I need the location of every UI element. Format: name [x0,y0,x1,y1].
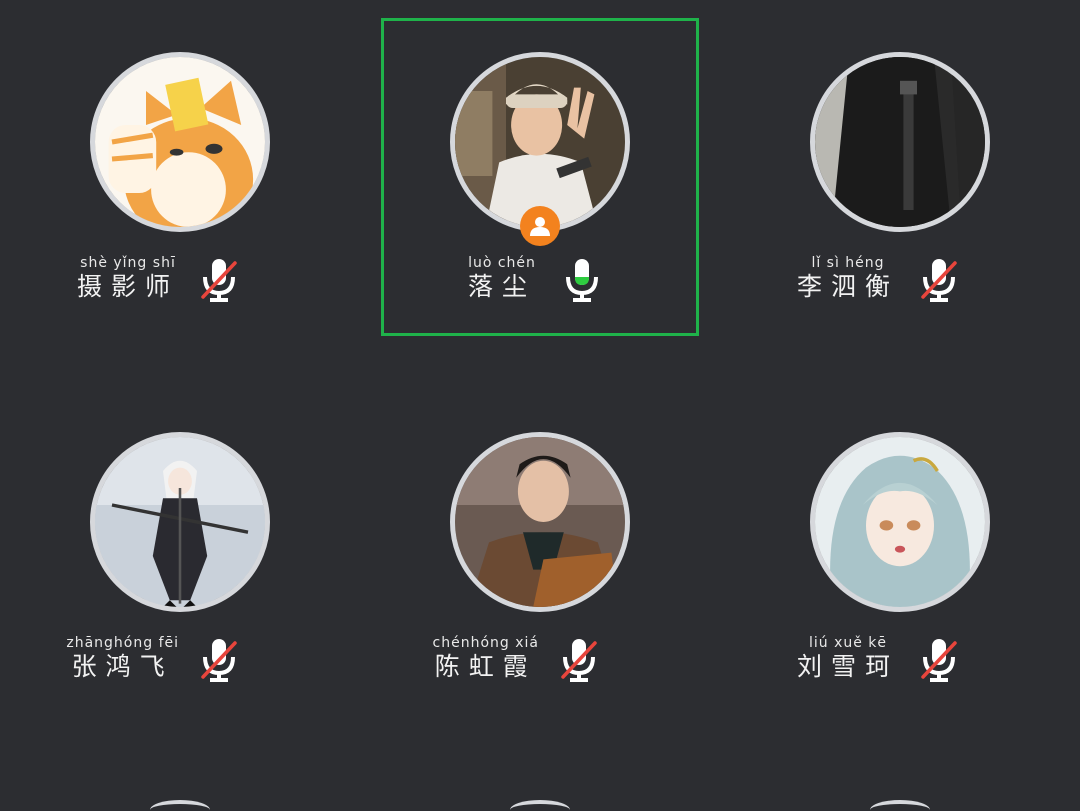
anime-girl-avatar-image [815,437,985,607]
guitar-dark-photo-avatar-image [815,57,985,227]
participant-pinyin: luò chén [468,255,536,271]
participant-tile-active[interactable]: luò chén 落尘 [381,18,699,336]
avatar[interactable] [450,52,630,232]
participant-name: 落尘 [467,272,536,301]
participant-tile[interactable]: zhānghóng fēi 张鸿飞 [21,398,339,716]
mic-speaking-icon[interactable] [562,257,602,303]
mic-muted-icon[interactable] [919,257,959,303]
avatar-partial [510,800,570,811]
participant-tile[interactable]: liú xuě kē 刘雪珂 [741,398,1059,716]
avatar-partial [150,800,210,811]
mic-muted-icon[interactable] [199,637,239,683]
participant-pinyin: liú xuě kē [808,635,888,651]
mic-muted-icon[interactable] [199,257,239,303]
avatar[interactable] [810,432,990,612]
participant-name: 刘雪珂 [796,652,899,681]
young-man-peace-sign-avatar-image [455,57,625,227]
mic-muted-icon[interactable] [559,637,599,683]
participant-tile[interactable]: lǐ sì héng 李泗衡 [741,18,1059,336]
participant-grid: shè yǐng shī 摄影师 luò chén 落尘 lǐ sì héng … [0,0,1080,811]
cartoon-cat-avatar-image [95,57,265,227]
participant-name: 陈虹霞 [434,652,537,681]
man-brown-coat-avatar-image [455,437,625,607]
participant-name: 李泗衡 [796,272,899,301]
avatar[interactable] [810,52,990,232]
mic-muted-icon[interactable] [919,637,959,683]
host-badge-icon [520,206,560,246]
participant-tile[interactable]: chénhóng xiá 陈虹霞 [381,398,699,716]
participant-tile[interactable]: shè yǐng shī 摄影师 [21,18,339,336]
participant-pinyin: chénhóng xiá [432,635,539,651]
participant-pinyin: lǐ sì héng [811,255,885,271]
avatar[interactable] [90,432,270,612]
avatar[interactable] [450,432,630,612]
avatar-partial [870,800,930,811]
participant-pinyin: shè yǐng shī [80,255,176,271]
participant-pinyin: zhānghóng fēi [66,635,179,651]
participant-name: 摄影师 [76,272,179,301]
participant-name: 张鸿飞 [71,652,174,681]
anime-swordswoman-avatar-image [95,437,265,607]
avatar[interactable] [90,52,270,232]
